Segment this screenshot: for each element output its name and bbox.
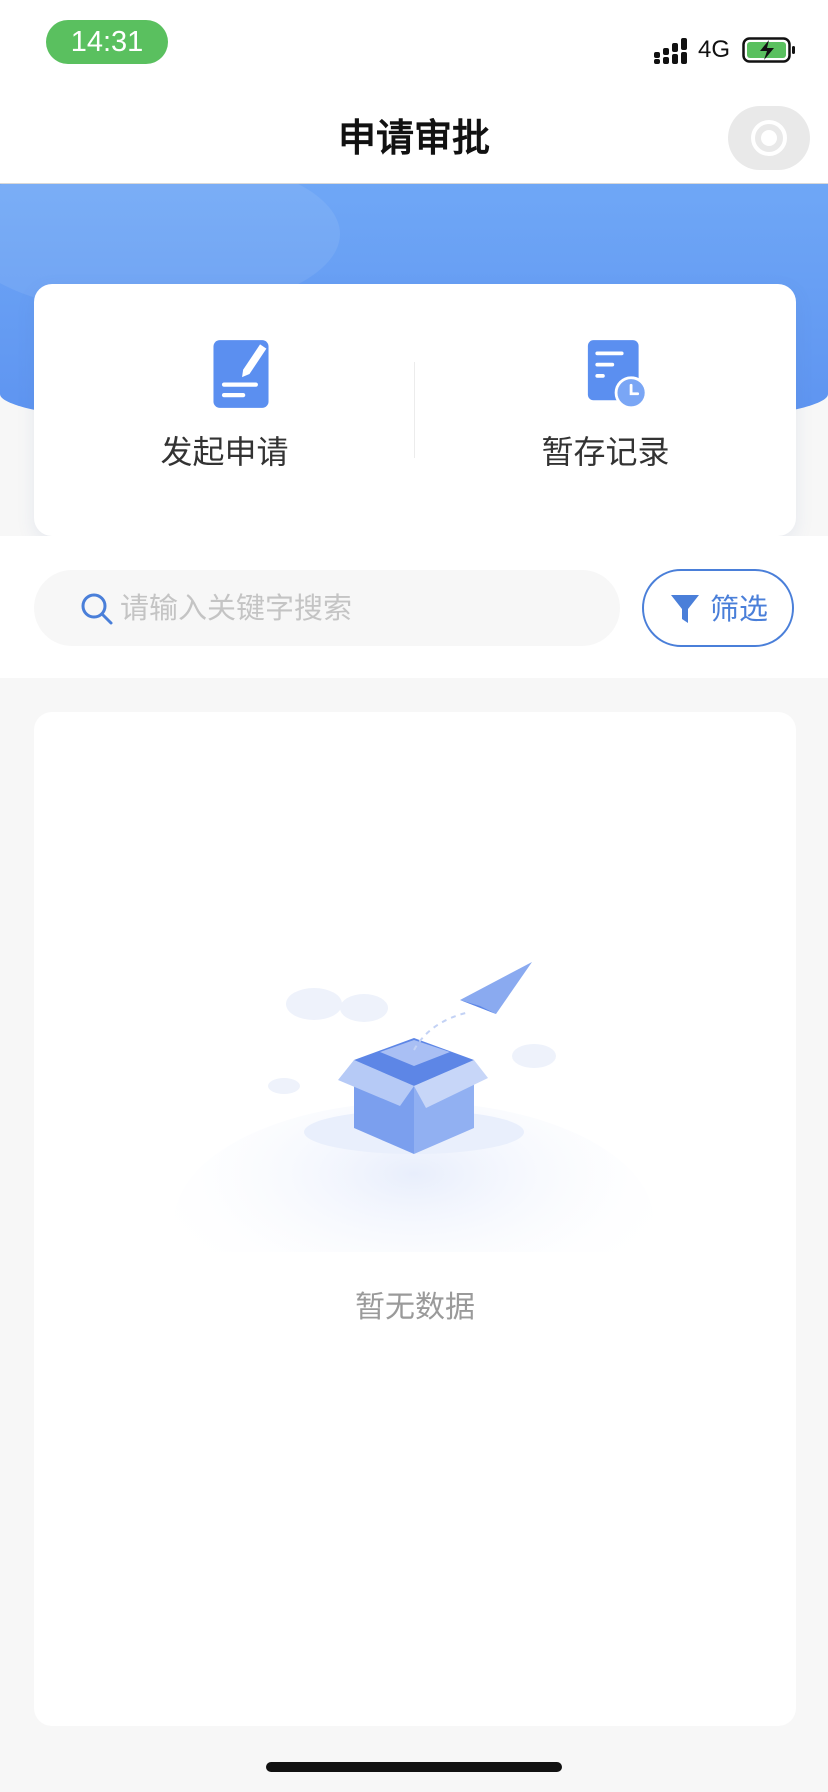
battery-charging-icon [742, 37, 795, 63]
start-application-label: 发起申请 [160, 433, 289, 471]
application-list: 暂无数据 [34, 712, 796, 1726]
filter-label: 筛选 [710, 592, 769, 626]
network-type: 4G [698, 36, 731, 63]
filter-button[interactable]: 筛选 [642, 569, 794, 647]
search-icon [81, 593, 113, 625]
mini-program-capsule-button[interactable] [728, 106, 810, 170]
empty-box-icon [174, 962, 654, 1252]
funnel-icon [671, 595, 699, 623]
draft-records-button[interactable]: 暂存记录 [415, 284, 796, 536]
search-box[interactable] [34, 570, 620, 646]
signal-bars-icon [654, 38, 687, 64]
nav-bar: 申请审批 [0, 92, 828, 184]
edit-document-icon [213, 340, 269, 408]
start-application-button[interactable]: 发起申请 [34, 284, 415, 536]
search-bar-row: 筛选 [0, 536, 828, 678]
search-input[interactable] [120, 580, 600, 636]
draft-records-label: 暂存记录 [541, 433, 670, 471]
document-clock-icon [587, 340, 648, 410]
home-indicator [266, 1762, 562, 1772]
page-title: 申请审批 [337, 116, 490, 160]
status-bar: 14:31 4G [0, 0, 828, 92]
empty-state-text: 暂无数据 [355, 1290, 475, 1325]
quick-actions-card: 发起申请 暂存记录 [34, 284, 796, 536]
status-time: 14:31 [46, 20, 168, 64]
